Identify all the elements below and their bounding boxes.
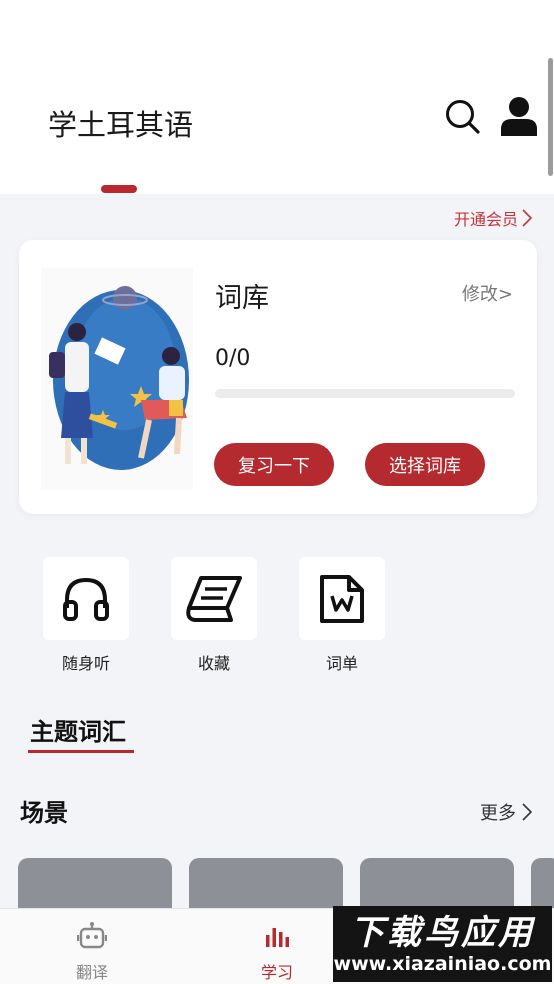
search-icon[interactable] bbox=[444, 98, 480, 134]
quick-action-wordlist[interactable]: 词单 bbox=[299, 557, 385, 674]
robot-icon bbox=[76, 922, 108, 949]
select-library-button[interactable]: 选择词库 bbox=[365, 443, 485, 486]
progress-count: 0/0 bbox=[215, 346, 251, 371]
active-tab-indicator bbox=[101, 185, 137, 193]
nav-label-translate: 翻译 bbox=[75, 963, 108, 982]
quick-action-wordlist-box[interactable] bbox=[299, 557, 385, 640]
user-icon[interactable] bbox=[500, 96, 538, 136]
scrollbar[interactable] bbox=[548, 58, 553, 176]
app-header: 学土耳其语 bbox=[0, 0, 554, 194]
watermark-url: www.xiazainiao.com bbox=[333, 953, 552, 975]
book-icon bbox=[186, 575, 242, 622]
quick-action-label: 随身听 bbox=[61, 654, 110, 673]
library-edit-link[interactable]: 修改> bbox=[462, 280, 513, 306]
nav-item-study[interactable]: 学习 bbox=[232, 921, 322, 983]
headphones-icon bbox=[63, 577, 109, 621]
progress-bar bbox=[215, 389, 515, 398]
vip-label: 开通会员 bbox=[453, 210, 518, 229]
page-title: 学土耳其语 bbox=[48, 108, 194, 142]
nav-item-translate[interactable]: 翻译 bbox=[47, 921, 137, 983]
vip-link[interactable]: 开通会员 bbox=[454, 206, 532, 230]
nav-label-study: 学习 bbox=[260, 963, 293, 982]
scenes-heading: 场景 bbox=[20, 799, 68, 827]
chevron-right-icon bbox=[522, 803, 532, 821]
students-illustration bbox=[41, 268, 193, 490]
review-button[interactable]: 复习一下 bbox=[214, 443, 334, 486]
topic-vocab-underline bbox=[28, 750, 134, 753]
word-library-card: 词库 修改> 0/0 复习一下 选择词库 bbox=[19, 240, 537, 514]
quick-action-label: 收藏 bbox=[197, 654, 230, 673]
quick-action-listen[interactable]: 随身听 bbox=[43, 557, 129, 674]
scenes-more-label: 更多 bbox=[480, 803, 516, 824]
chevron-right-icon bbox=[522, 209, 532, 227]
scenes-more-link[interactable]: 更多 bbox=[480, 799, 532, 825]
bar-chart-icon bbox=[266, 928, 289, 947]
watermark-main-text: 下载鸟应用 bbox=[350, 913, 535, 953]
watermark-logo: 下载鸟应用 www.xiazainiao.com bbox=[333, 906, 552, 982]
quick-action-label: 词单 bbox=[325, 654, 358, 673]
topic-vocab-heading[interactable]: 主题词汇 bbox=[30, 712, 126, 747]
quick-action-favorites-box[interactable] bbox=[171, 557, 257, 640]
quick-action-favorites[interactable]: 收藏 bbox=[171, 557, 257, 674]
quick-action-listen-box[interactable] bbox=[43, 557, 129, 640]
word-document-icon bbox=[320, 574, 364, 623]
library-title: 词库 bbox=[215, 283, 269, 314]
